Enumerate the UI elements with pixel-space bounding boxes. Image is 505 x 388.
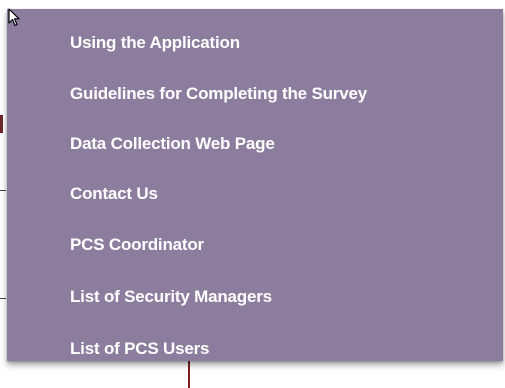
- menu-item-data-collection-web-page[interactable]: Data Collection Web Page: [70, 129, 275, 159]
- background-fragment: [0, 190, 6, 191]
- menu-item-pcs-coordinator[interactable]: PCS Coordinator: [70, 230, 204, 260]
- page: Using the Application Guidelines for Com…: [0, 0, 505, 388]
- background-divider: [188, 360, 190, 388]
- menu-item-list-of-pcs-users[interactable]: List of PCS Users: [70, 334, 209, 364]
- background-fragment: [0, 298, 6, 299]
- menu-item-contact-us[interactable]: Contact Us: [70, 179, 158, 209]
- mouse-pointer-icon: [8, 8, 20, 27]
- menu-item-guidelines[interactable]: Guidelines for Completing the Survey: [70, 79, 367, 109]
- menu-item-list-of-security-managers[interactable]: List of Security Managers: [70, 282, 272, 312]
- background-fragment: [0, 115, 3, 133]
- menu-item-using-the-application[interactable]: Using the Application: [70, 28, 240, 58]
- dropdown-menu: Using the Application Guidelines for Com…: [7, 9, 503, 361]
